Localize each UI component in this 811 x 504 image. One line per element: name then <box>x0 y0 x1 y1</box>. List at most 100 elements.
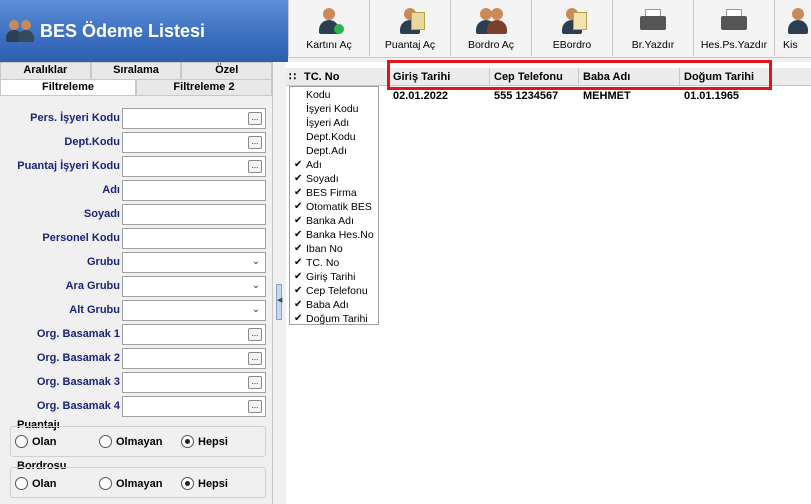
cell-giris-tarihi[interactable]: 02.01.2022 <box>389 90 448 102</box>
bordrosu-hepsi-radio[interactable]: Hepsi <box>181 477 228 490</box>
column-chooser-icon[interactable]: ∷ <box>286 68 300 86</box>
column-tc-no[interactable]: TC. No <box>300 68 389 86</box>
checkmark-icon: ✔ <box>294 257 303 268</box>
field-org-basamak-1: Org. Basamak 1 ... <box>0 324 272 346</box>
radio-circle <box>15 477 28 490</box>
adi-input[interactable] <box>122 180 266 201</box>
pers-isyeri-kodu-input[interactable]: ... <box>122 108 266 129</box>
puantaj-ac-button[interactable]: Puantaj Aç <box>369 0 450 56</box>
ara-grubu-select[interactable]: ⌄ <box>122 276 266 297</box>
puantaji-hepsi-radio[interactable]: Hepsi <box>181 435 228 448</box>
soyadi-input[interactable] <box>122 204 266 225</box>
field-personel-kodu: Personel Kodu <box>0 228 272 250</box>
hes-ps-yazdir-button[interactable]: Hes.Ps.Yazdır <box>693 0 774 56</box>
column-menu-item[interactable]: ✔ Baba Adı <box>290 298 378 312</box>
column-menu-item[interactable]: ✔ TC. No <box>290 256 378 270</box>
column-menu-item[interactable]: İşyeri Adı <box>290 116 378 130</box>
cell-dogum-tarihi[interactable]: 01.01.1965 <box>680 90 739 102</box>
collapse-arrow-icon[interactable]: ◀ <box>276 284 282 320</box>
puantaji-olmayan-radio[interactable]: Olmayan <box>99 435 162 448</box>
tab-siralama[interactable]: Sıralama <box>90 62 182 79</box>
field-label: Grubu <box>87 256 120 268</box>
tab-filtreleme[interactable]: Filtreleme <box>0 79 136 95</box>
ebordro-button[interactable]: EBordro <box>531 0 612 56</box>
column-menu-item[interactable]: ✔ BES Firma <box>290 186 378 200</box>
field-puantaj-isyeri-kodu: Puantaj İşyeri Kodu ... <box>0 156 272 178</box>
field-pers-isyeri-kodu: Pers. İşyeri Kodu ... <box>0 108 272 130</box>
alt-grubu-select[interactable]: ⌄ <box>122 300 266 321</box>
menu-item-label: Giriş Tarihi <box>306 271 356 283</box>
column-menu-item[interactable]: Dept.Adı <box>290 144 378 158</box>
column-menu-item[interactable]: ✔ Cep Telefonu <box>290 284 378 298</box>
column-menu-item[interactable]: ✔ Banka Hes.No <box>290 228 378 242</box>
kartini-ac-label: Kartını Aç <box>306 39 352 51</box>
menu-item-label: Banka Adı <box>306 215 354 227</box>
tab-ozel[interactable]: Özel <box>181 62 273 79</box>
column-menu-item[interactable]: ✔ Otomatik BES <box>290 200 378 214</box>
column-menu-item[interactable]: ✔ Giriş Tarihi <box>290 270 378 284</box>
menu-item-label: İşyeri Adı <box>306 117 350 129</box>
tab-row-top: Aralıklar Sıralama Özel <box>0 62 273 79</box>
checkmark-icon: ✔ <box>294 187 303 198</box>
highlight-box <box>387 60 772 90</box>
column-menu-item[interactable]: ✔ Doğum Tarihi <box>290 312 378 326</box>
checkmark-icon: ✔ <box>294 243 303 254</box>
menu-item-label: Banka Hes.No <box>306 229 374 241</box>
lookup-button[interactable]: ... <box>248 376 262 389</box>
bordrosu-olmayan-radio[interactable]: Olmayan <box>99 477 162 490</box>
field-label: Personel Kodu <box>42 232 120 244</box>
data-grid: ∷ TC. No Giriş Tarihi Cep Telefonu Baba … <box>286 62 811 504</box>
filter-panel: Aralıklar Sıralama Özel Filtreleme Filtr… <box>0 62 273 504</box>
br-yazdir-button[interactable]: Br.Yazdır <box>612 0 693 56</box>
cell-cep-telefonu[interactable]: 555 1234567 <box>490 90 558 102</box>
lookup-button[interactable]: ... <box>248 328 262 341</box>
field-dept-kodu: Dept.Kodu ... <box>0 132 272 154</box>
printer-icon <box>719 6 749 36</box>
column-menu-item[interactable]: İşyeri Kodu <box>290 102 378 116</box>
org-basamak-2-input[interactable]: ... <box>122 348 266 369</box>
lookup-button[interactable]: ... <box>248 400 262 413</box>
puantaj-isyeri-kodu-input[interactable]: ... <box>122 156 266 177</box>
tab-araliklar[interactable]: Aralıklar <box>0 62 91 79</box>
field-org-basamak-2: Org. Basamak 2 ... <box>0 348 272 370</box>
title-bar: BES Ödeme Listesi <box>0 0 288 62</box>
column-menu-item[interactable]: ✔ Soyadı <box>290 172 378 186</box>
menu-item-label: TC. No <box>306 257 340 269</box>
column-menu-item[interactable]: ✔ Adı <box>290 158 378 172</box>
panel-splitter[interactable]: ◀ <box>272 62 286 504</box>
tab-filtreleme-2[interactable]: Filtreleme 2 <box>136 79 272 95</box>
lookup-button[interactable]: ... <box>248 352 262 365</box>
radio-label: Olan <box>32 477 57 490</box>
radio-circle <box>99 435 112 448</box>
column-menu-item[interactable]: Kodu <box>290 88 378 102</box>
column-menu-item[interactable]: ✔ Banka Adı <box>290 214 378 228</box>
kis-button[interactable]: Kis <box>774 0 809 56</box>
radio-label: Olmayan <box>116 435 163 448</box>
field-org-basamak-4: Org. Basamak 4 ... <box>0 396 272 418</box>
checkmark-icon: ✔ <box>294 201 303 212</box>
lookup-button[interactable]: ... <box>248 112 262 125</box>
dept-kodu-input[interactable]: ... <box>122 132 266 153</box>
field-label: Adı <box>102 184 120 196</box>
checkmark-icon: ✔ <box>294 299 303 310</box>
column-menu-item[interactable]: Dept.Kodu <box>290 130 378 144</box>
puantaji-group: Olan Olmayan Hepsi <box>10 426 266 457</box>
lookup-button[interactable]: ... <box>248 136 262 149</box>
person-doc-icon <box>395 6 425 36</box>
bordro-ac-button[interactable]: Bordro Aç <box>450 0 531 56</box>
kartini-ac-button[interactable]: Kartını Aç <box>288 0 369 56</box>
checkmark-icon: ✔ <box>294 313 303 324</box>
tab-row-bottom: Filtreleme Filtreleme 2 <box>0 79 272 96</box>
org-basamak-4-input[interactable]: ... <box>122 396 266 417</box>
cell-baba-adi[interactable]: MEHMET <box>579 90 631 102</box>
grubu-select[interactable]: ⌄ <box>122 252 266 273</box>
column-menu-item[interactable]: ✔ Iban No <box>290 242 378 256</box>
personel-kodu-input[interactable] <box>122 228 266 249</box>
lookup-button[interactable]: ... <box>248 160 262 173</box>
org-basamak-3-input[interactable]: ... <box>122 372 266 393</box>
org-basamak-1-input[interactable]: ... <box>122 324 266 345</box>
menu-item-label: Dept.Adı <box>306 145 347 157</box>
field-label: Soyadı <box>83 208 120 220</box>
puantaji-olan-radio[interactable]: Olan <box>15 435 56 448</box>
bordrosu-olan-radio[interactable]: Olan <box>15 477 56 490</box>
